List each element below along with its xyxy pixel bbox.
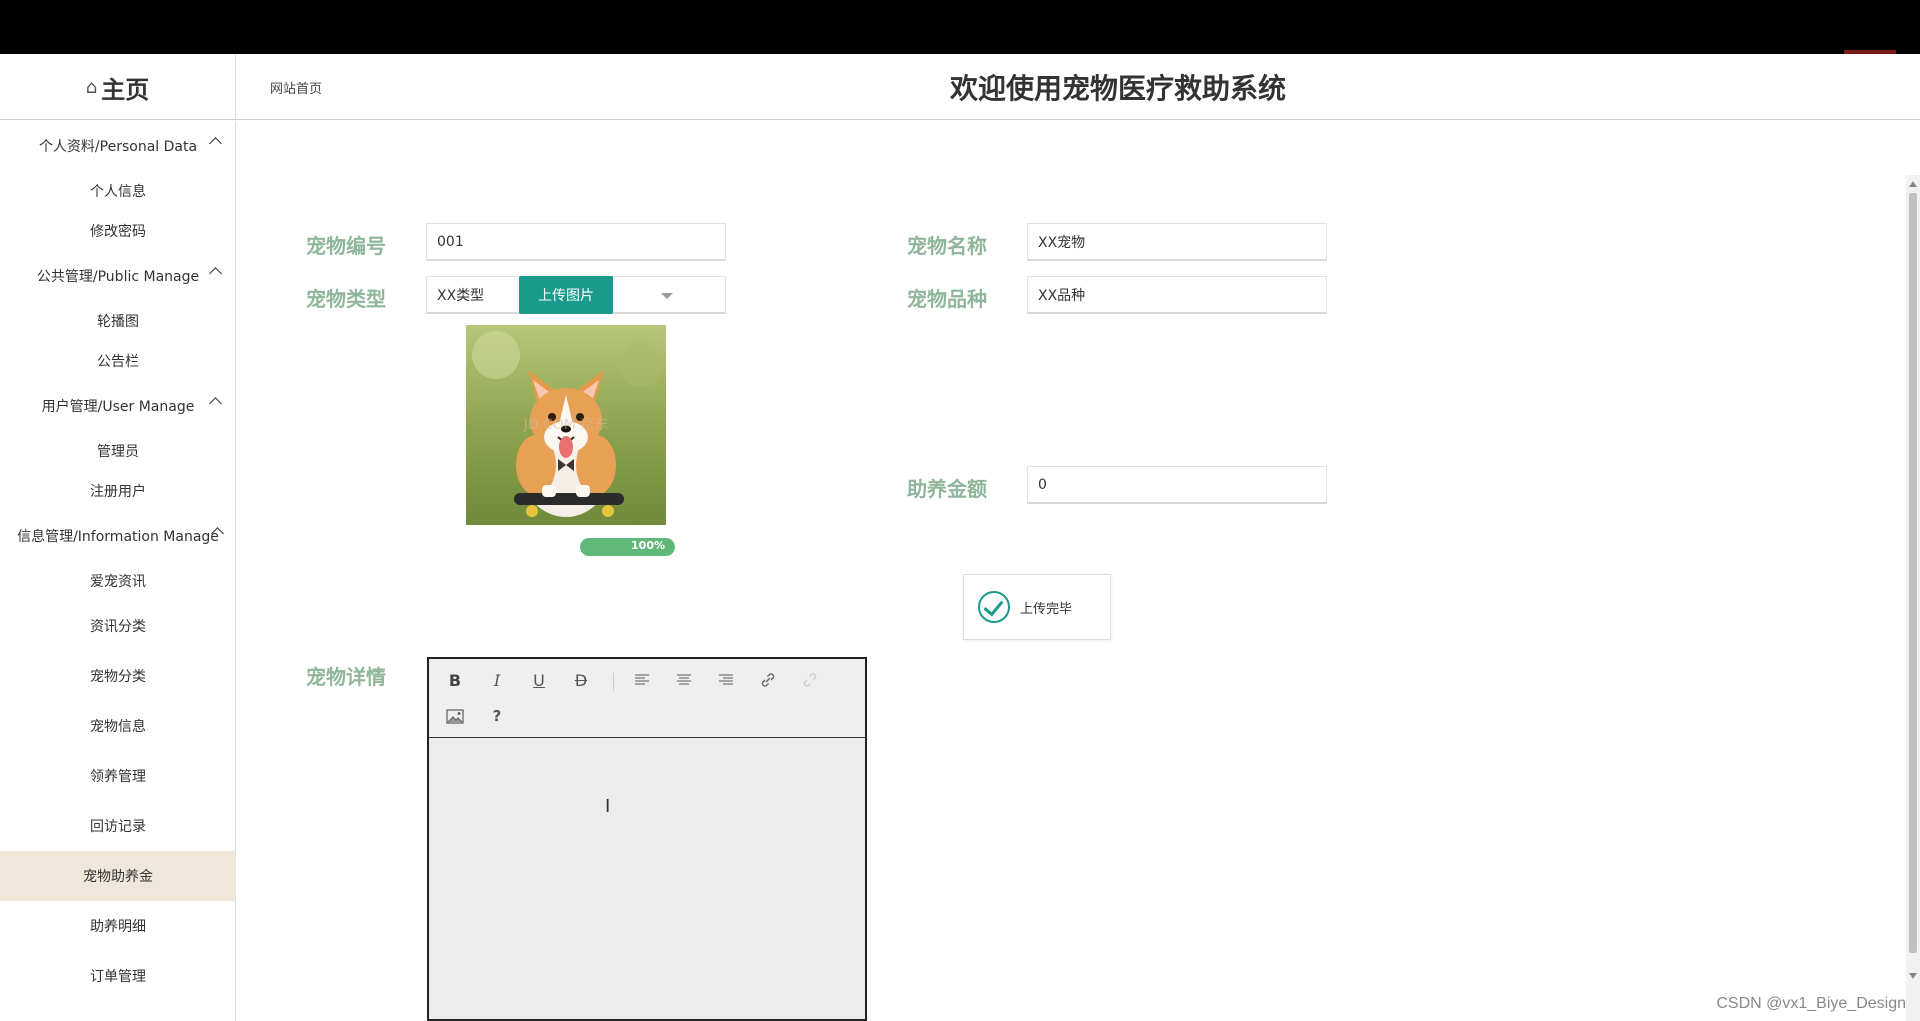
sponsor-amount-input[interactable]: 0 bbox=[1027, 466, 1327, 504]
unlink-icon bbox=[803, 673, 817, 687]
sidebar-item-change-password[interactable]: 修改密码 bbox=[0, 211, 236, 251]
pet-no-input[interactable]: 001 bbox=[426, 223, 726, 261]
photo-watermark: JD.COM 京东 bbox=[523, 417, 609, 433]
upload-complete-toast: 上传完毕 bbox=[963, 574, 1111, 640]
group-title-label: 个人资料/Personal Data bbox=[38, 139, 198, 155]
sidebar-item-visit-records[interactable]: 回访记录 bbox=[0, 801, 236, 851]
chevron-up-icon bbox=[209, 397, 222, 410]
csdn-watermark: CSDN @vx1_Biye_Design bbox=[1716, 995, 1906, 1012]
text-cursor-icon: I bbox=[605, 796, 611, 817]
pet-type-value: XX类型 bbox=[437, 287, 485, 304]
sidebar-item-news-category[interactable]: 资讯分类 bbox=[0, 601, 236, 651]
align-right-button[interactable] bbox=[713, 667, 739, 693]
scroll-up-icon[interactable] bbox=[1909, 181, 1917, 187]
scrollbar-thumb[interactable] bbox=[1909, 193, 1917, 953]
pet-breed-label: 宠物品种 bbox=[907, 287, 987, 311]
image-button[interactable] bbox=[442, 703, 468, 729]
menu-group-personal: 个人资料/Personal Data 个人信息 修改密码 bbox=[0, 121, 236, 251]
unlink-button[interactable] bbox=[797, 667, 823, 693]
scroll-down-icon[interactable] bbox=[1909, 973, 1917, 979]
image-icon bbox=[446, 708, 464, 724]
sidebar-item-pet-info[interactable]: 宠物信息 bbox=[0, 701, 236, 751]
editor-content-area[interactable]: I bbox=[429, 738, 865, 1019]
sidebar-item-profile[interactable]: 个人信息 bbox=[0, 171, 236, 211]
help-button[interactable]: ? bbox=[484, 703, 510, 729]
group-title-label: 信息管理/Information Manage bbox=[17, 529, 219, 545]
pet-no-label: 宠物编号 bbox=[306, 234, 386, 258]
menu-group-title[interactable]: 信息管理/Information Manage bbox=[0, 511, 236, 561]
link-button[interactable] bbox=[755, 667, 781, 693]
home-link[interactable]: ⌂ 主页 bbox=[0, 54, 236, 120]
pet-name-value: XX宠物 bbox=[1038, 234, 1086, 251]
upload-progress-bar: 100% bbox=[580, 538, 675, 556]
pet-name-label: 宠物名称 bbox=[907, 234, 987, 258]
chevron-up-icon bbox=[209, 267, 222, 280]
upload-progress-label: 100% bbox=[631, 539, 665, 552]
sidebar-item-carousel[interactable]: 轮播图 bbox=[0, 301, 236, 341]
align-right-icon bbox=[719, 674, 733, 685]
sidebar-item-adoption[interactable]: 领养管理 bbox=[0, 751, 236, 801]
sidebar-item-registered-users[interactable]: 注册用户 bbox=[0, 471, 236, 511]
sidebar-item-notice[interactable]: 公告栏 bbox=[0, 341, 236, 381]
menu-group-info: 信息管理/Information Manage 爱宠资讯 资讯分类 宠物分类 宠… bbox=[0, 511, 236, 1001]
sidebar: 个人资料/Personal Data 个人信息 修改密码 公共管理/Public… bbox=[0, 121, 236, 1021]
align-left-button[interactable] bbox=[629, 667, 655, 693]
group-title-label: 用户管理/User Manage bbox=[41, 399, 195, 415]
upload-image-button[interactable]: 上传图片 bbox=[519, 276, 613, 314]
sidebar-item-sponsorship[interactable]: 宠物助养金 bbox=[0, 851, 236, 901]
sponsor-amount-label: 助养金额 bbox=[907, 477, 987, 501]
screen-top-bar bbox=[0, 0, 1920, 54]
corgi-image: JD.COM 京东 bbox=[466, 325, 666, 525]
underline-button[interactable]: U bbox=[526, 667, 552, 693]
vertical-scrollbar[interactable] bbox=[1906, 175, 1920, 1021]
rich-text-editor: B I U D ? I bbox=[427, 657, 867, 1021]
menu-group-title[interactable]: 个人资料/Personal Data bbox=[0, 121, 236, 171]
main-content: 宠物编号 001 宠物名称 XX宠物 宠物类型 XX类型 宠物品种 XX品种 上… bbox=[237, 121, 1907, 1021]
group-title-label: 公共管理/Public Manage bbox=[36, 269, 200, 285]
pet-breed-input[interactable]: XX品种 bbox=[1027, 276, 1327, 314]
align-left-icon bbox=[635, 674, 649, 685]
sidebar-item-admin[interactable]: 管理员 bbox=[0, 431, 236, 471]
toolbar-separator bbox=[613, 673, 614, 691]
menu-group-user: 用户管理/User Manage 管理员 注册用户 bbox=[0, 381, 236, 511]
pet-type-label: 宠物类型 bbox=[306, 287, 386, 311]
chevron-up-icon bbox=[209, 137, 222, 150]
pet-name-input[interactable]: XX宠物 bbox=[1027, 223, 1327, 261]
sidebar-item-pet-category[interactable]: 宠物分类 bbox=[0, 651, 236, 701]
check-circle-icon bbox=[978, 591, 1010, 623]
pet-breed-value: XX品种 bbox=[1038, 287, 1086, 304]
home-label: 主页 bbox=[101, 75, 150, 104]
link-icon bbox=[761, 673, 775, 687]
menu-group-title[interactable]: 用户管理/User Manage bbox=[0, 381, 236, 431]
sidebar-item-pet-news[interactable]: 爱宠资讯 bbox=[0, 561, 236, 601]
app-window: ⌂ 主页 网站首页 欢迎使用宠物医疗救助系统 个人资料/Personal Dat… bbox=[0, 54, 1920, 1021]
italic-button[interactable]: I bbox=[484, 667, 510, 693]
sponsor-amount-value: 0 bbox=[1038, 476, 1047, 493]
align-center-icon bbox=[677, 674, 691, 685]
editor-toolbar: B I U D ? bbox=[429, 659, 865, 738]
bold-button[interactable]: B bbox=[442, 667, 468, 693]
header: ⌂ 主页 网站首页 欢迎使用宠物医疗救助系统 bbox=[0, 54, 1920, 120]
pet-no-value: 001 bbox=[437, 233, 464, 250]
page-title: 欢迎使用宠物医疗救助系统 bbox=[949, 72, 1286, 105]
sidebar-item-orders[interactable]: 订单管理 bbox=[0, 951, 236, 1001]
toast-message: 上传完毕 bbox=[1020, 601, 1073, 617]
pet-photo: JD.COM 京东 bbox=[466, 325, 666, 525]
chevron-down-icon bbox=[661, 293, 673, 299]
menu-group-public: 公共管理/Public Manage 轮播图 公告栏 bbox=[0, 251, 236, 381]
sidebar-item-sponsorship-details[interactable]: 助养明细 bbox=[0, 901, 236, 951]
strikethrough-button[interactable]: D bbox=[568, 667, 594, 693]
pet-detail-label: 宠物详情 bbox=[306, 665, 386, 689]
align-center-button[interactable] bbox=[671, 667, 697, 693]
menu-group-title[interactable]: 公共管理/Public Manage bbox=[0, 251, 236, 301]
home-icon: ⌂ bbox=[85, 76, 98, 98]
